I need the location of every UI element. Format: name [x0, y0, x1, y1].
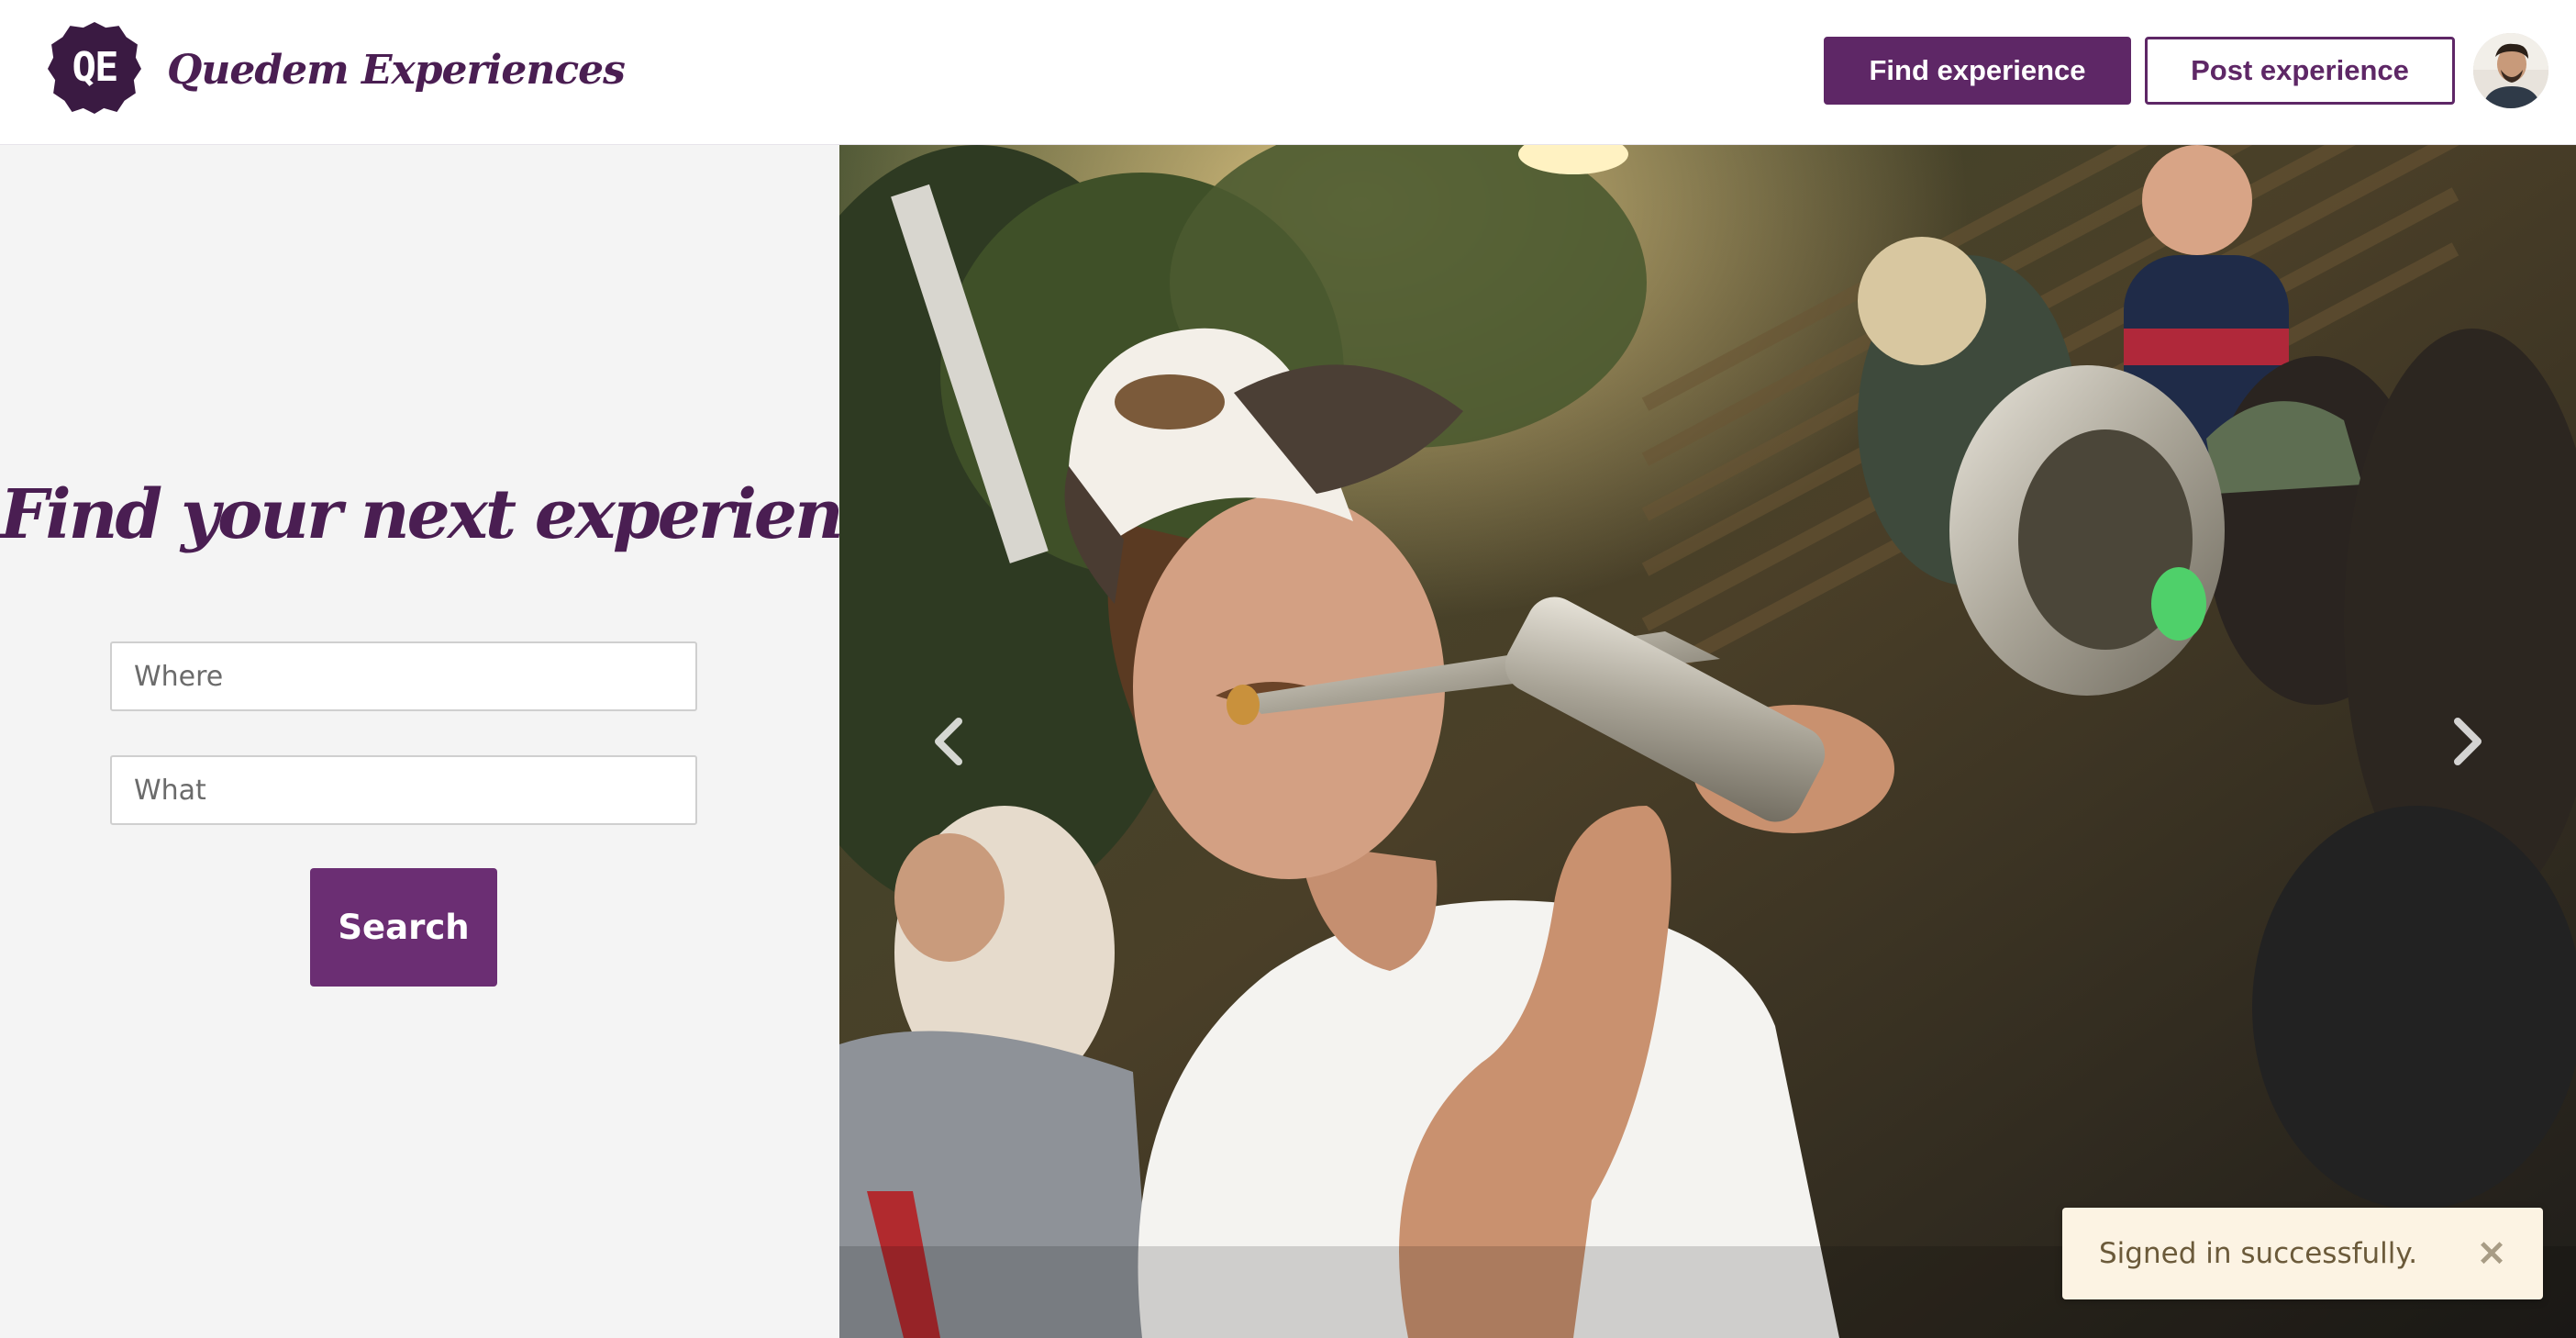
carousel-prev-button[interactable]: [913, 705, 986, 778]
chevron-right-icon: [2454, 718, 2482, 765]
search-panel: Find your next experience Search: [0, 145, 923, 1338]
user-avatar[interactable]: [2473, 33, 2548, 108]
trumpet-player-photo: [839, 145, 2576, 1338]
logo-initials: QE: [72, 43, 119, 91]
post-experience-button[interactable]: Post experience: [2145, 37, 2455, 105]
flash-toast: Signed in successfully. ✕: [2062, 1208, 2543, 1299]
brand-name[interactable]: Quedem Experiences: [167, 39, 626, 103]
find-experience-button[interactable]: Find experience: [1824, 37, 2131, 105]
toast-message: Signed in successfully.: [2099, 1237, 2418, 1270]
avatar-icon: [2473, 33, 2548, 108]
page-title: Find your next experience: [0, 475, 923, 554]
chevron-left-icon: [935, 718, 962, 765]
logo-badge[interactable]: QE: [48, 20, 141, 114]
close-icon[interactable]: ✕: [2470, 1232, 2514, 1276]
where-input[interactable]: [110, 641, 697, 711]
what-input[interactable]: [110, 755, 697, 825]
carousel-next-button[interactable]: [2430, 705, 2504, 778]
hero-carousel: [839, 145, 2576, 1338]
search-button[interactable]: Search: [310, 868, 497, 987]
top-navbar: QE Quedem Experiences Find experience Po…: [0, 0, 2576, 145]
